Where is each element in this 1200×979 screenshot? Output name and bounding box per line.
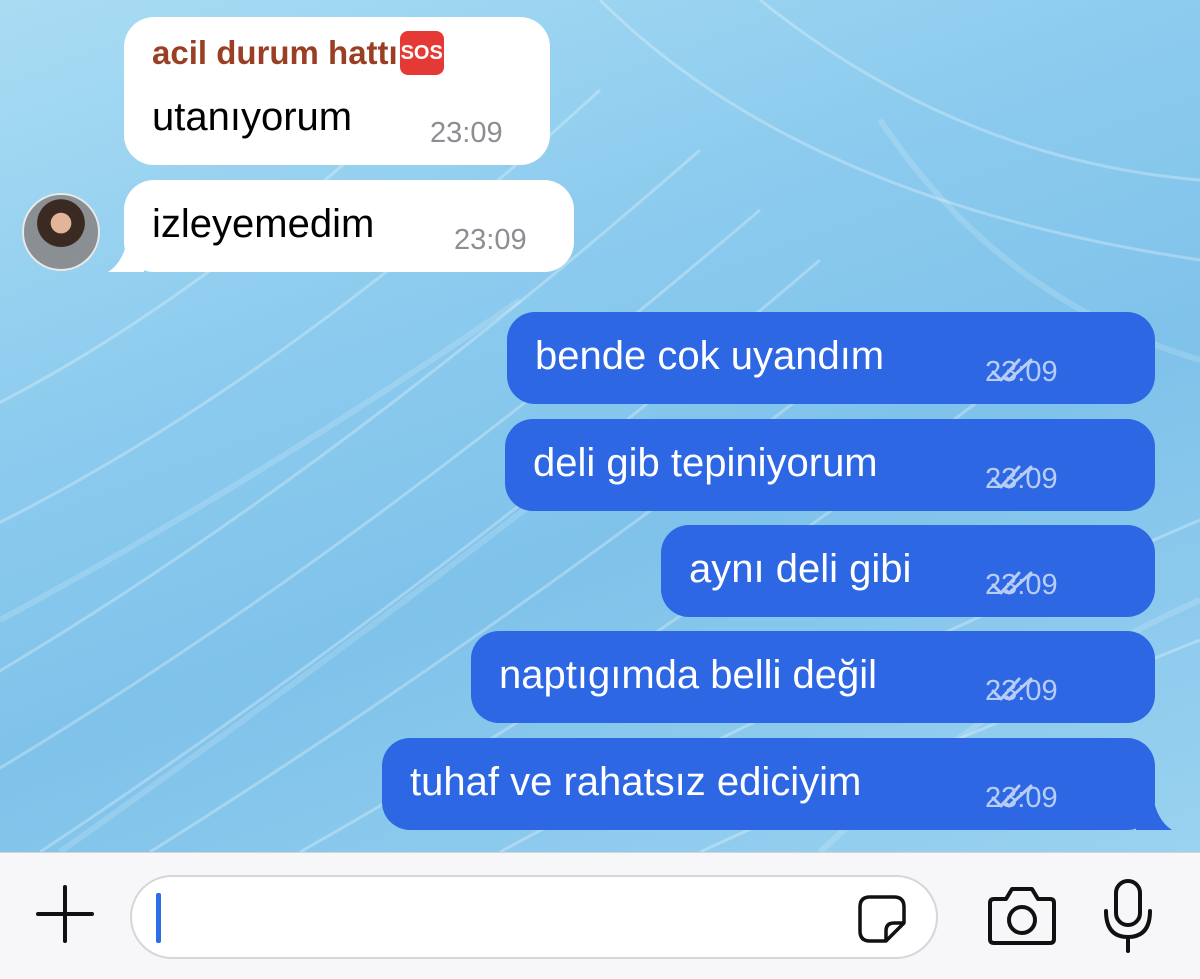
message-time: 23:09 — [430, 117, 503, 149]
camera-icon[interactable] — [986, 883, 1058, 947]
sos-emoji-icon: SOS — [399, 31, 444, 75]
text-caret — [156, 893, 161, 943]
message-input-bar — [0, 852, 1200, 979]
message-text: naptıgımda belli değil — [499, 653, 878, 697]
message-text: bende cok uyandım — [535, 334, 885, 378]
double-check-icon — [991, 677, 1033, 701]
double-check-icon — [991, 784, 1033, 808]
message-text: aynı deli gibi — [689, 547, 912, 591]
contact-avatar[interactable] — [22, 193, 100, 271]
outgoing-message[interactable]: bende cok uyandım 23:09 — [507, 312, 1155, 404]
message-time: 23:09 — [985, 356, 1058, 389]
message-time: 23:09 — [985, 569, 1058, 602]
sticker-icon[interactable] — [856, 893, 908, 945]
outgoing-message[interactable]: tuhaf ve rahatsız ediciyim 23:09 — [382, 738, 1155, 830]
message-text: izleyemedim — [152, 202, 375, 246]
sender-name[interactable]: acil durum hattı SOS — [152, 31, 444, 75]
chat-background: acil durum hattı SOS utanıyorum 23:09 iz… — [0, 0, 1200, 852]
outgoing-message[interactable]: aynı deli gibi 23:09 — [661, 525, 1155, 617]
incoming-message[interactable]: izleyemedim 23:09 — [124, 180, 574, 272]
message-time: 23:09 — [985, 675, 1058, 708]
message-text: deli gib tepiniyorum — [533, 441, 878, 485]
message-time: 23:09 — [985, 782, 1058, 815]
message-text: tuhaf ve rahatsız ediciyim — [410, 760, 862, 804]
outgoing-message[interactable]: deli gib tepiniyorum 23:09 — [505, 419, 1155, 511]
double-check-icon — [991, 571, 1033, 595]
message-time: 23:09 — [985, 463, 1058, 496]
outgoing-message[interactable]: naptıgımda belli değil 23:09 — [471, 631, 1155, 723]
message-input[interactable] — [130, 875, 938, 959]
double-check-icon — [991, 465, 1033, 489]
message-time: 23:09 — [454, 224, 527, 256]
microphone-icon[interactable] — [1100, 877, 1156, 955]
plus-icon[interactable] — [30, 879, 100, 949]
incoming-message[interactable]: acil durum hattı SOS utanıyorum 23:09 — [124, 17, 550, 165]
message-text: utanıyorum — [152, 95, 353, 139]
sender-name-label: acil durum hattı — [152, 34, 398, 71]
double-check-icon — [991, 358, 1033, 382]
